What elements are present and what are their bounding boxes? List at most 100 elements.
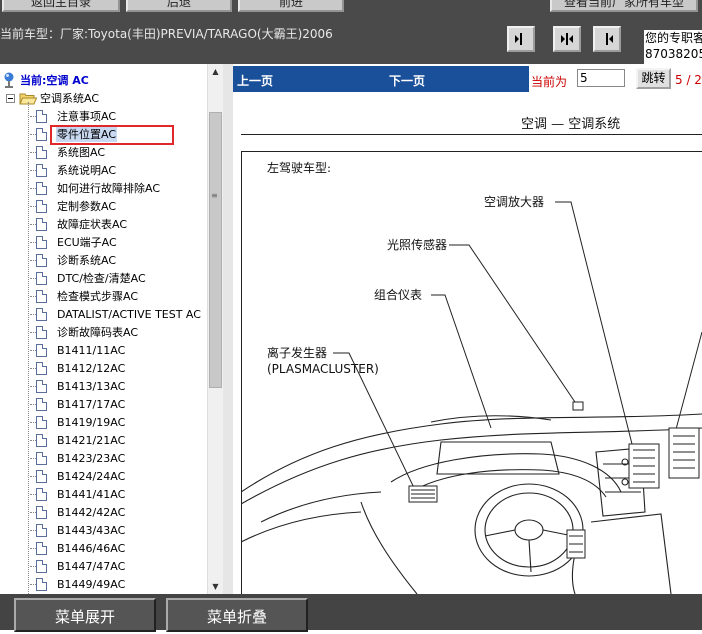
globe-person-icon — [4, 72, 14, 88]
document-icon — [36, 559, 47, 573]
contact-line-2: 87038205 — [645, 47, 702, 61]
tree-item-label: 检查模式步骤AC — [57, 290, 139, 303]
document-icon — [36, 307, 47, 321]
tree-item[interactable]: B1417/17AC — [30, 395, 126, 413]
tree-item[interactable]: 诊断故障码表AC — [30, 323, 139, 341]
collapse-toggle-icon[interactable] — [6, 93, 15, 103]
dashboard-drawing — [241, 413, 702, 594]
grip-icon: ≡ — [211, 191, 218, 200]
document-icon — [36, 577, 47, 591]
document-icon — [36, 253, 47, 267]
tree-root-label: 当前:空调 AC — [20, 74, 89, 87]
tree-connector — [28, 102, 29, 594]
tree-item[interactable]: B1412/12AC — [30, 359, 126, 377]
tree-item[interactable]: B1424/24AC — [30, 467, 126, 485]
view-all-models-button[interactable]: 查看当前厂家所有车型 — [550, 0, 698, 12]
scroll-thumb[interactable] — [209, 112, 222, 388]
scroll-down-icon[interactable]: ▼ — [208, 579, 223, 594]
tree-item[interactable]: B1443/43AC — [30, 521, 126, 539]
tree-item-label: B1447/47AC — [57, 559, 126, 573]
top-toolbar: 返回主目录 后退 前进 查看当前厂家所有车型 当前车型：厂家:Toyota(丰田… — [0, 0, 702, 64]
doc-header: 空调 — 空调系统 — [521, 117, 621, 132]
document-icon — [36, 217, 47, 231]
tree-item[interactable]: DTC/检查/清楚AC — [30, 269, 147, 287]
tree-item-label: 定制参数AC — [57, 200, 117, 213]
tree-item-label: 诊断故障码表AC — [57, 326, 139, 339]
tree-item[interactable]: B1449/49AC — [30, 575, 126, 593]
tree-item[interactable]: 注意事项AC — [30, 107, 117, 125]
tree-item[interactable]: 诊断系统AC — [30, 251, 117, 269]
document-icon — [36, 433, 47, 447]
document-icon — [36, 145, 47, 159]
tree-item[interactable]: B1446/46AC — [30, 539, 126, 557]
document-icon — [36, 523, 47, 537]
tree-item[interactable]: 故障症状表AC — [30, 215, 128, 233]
tree-item-label: 诊断系统AC — [57, 254, 117, 267]
expand-menu-button[interactable]: 菜单展开 — [14, 598, 156, 632]
tree-scrollbar[interactable]: ▲ ≡ ▼ — [207, 64, 223, 594]
tree-item[interactable]: B1413/13AC — [30, 377, 126, 395]
scroll-up-icon[interactable]: ▲ — [208, 64, 223, 79]
panel-divider — [223, 64, 233, 594]
tree-item-label: B1412/12AC — [57, 361, 126, 375]
forward-button[interactable]: 前进 — [238, 0, 344, 12]
document-icon — [36, 109, 47, 123]
tree-item-label: ECU端子AC — [57, 236, 117, 249]
document-icon — [36, 361, 47, 375]
tree-item[interactable]: 定制参数AC — [30, 197, 117, 215]
tree-item[interactable]: B1447/47AC — [30, 557, 126, 575]
tree-item-label: DTC/检查/清楚AC — [57, 272, 146, 285]
page-number-input[interactable] — [577, 69, 625, 87]
document-viewer: 上一页 下一页 当前为 跳转 5 / 2 空调 — 空调系统 左驾驶车型: 空调… — [233, 64, 702, 594]
document-icon — [36, 271, 47, 285]
tree-item-label: B1413/13AC — [57, 379, 126, 393]
tree-folder-label: 空调系统AC — [40, 92, 100, 105]
document-icon — [36, 343, 47, 357]
selection-highlight-box — [50, 125, 174, 145]
tree-item[interactable]: B1441/41AC — [30, 485, 126, 503]
contact-info: 您的专职客 87038205 — [644, 30, 702, 64]
split-page-button[interactable] — [553, 26, 581, 52]
tree-item[interactable]: 系统图AC — [30, 143, 106, 161]
tree-item[interactable]: B1421/21AC — [30, 431, 126, 449]
tree-item[interactable]: DATALIST/ACTIVE TEST AC — [30, 305, 202, 323]
tree-root[interactable]: 当前:空调 AC — [2, 72, 89, 88]
tree-item-label: B1443/43AC — [57, 523, 126, 537]
first-page-button[interactable] — [507, 26, 535, 52]
tree-item-label: B1446/46AC — [57, 541, 126, 555]
document-icon — [36, 163, 47, 177]
tree-item[interactable]: B1419/19AC — [30, 413, 126, 431]
page-jump-panel: 当前为 跳转 5 / 2 — [529, 66, 702, 92]
collapse-menu-button[interactable]: 菜单折叠 — [166, 598, 308, 632]
jump-button[interactable]: 跳转 — [636, 68, 671, 89]
tree-item[interactable]: 检查模式步骤AC — [30, 287, 139, 305]
current-page-label: 当前为 — [531, 75, 568, 89]
tree-item-label: 如何进行故障排除AC — [57, 182, 161, 195]
tree-item[interactable]: B1423/23AC — [30, 449, 126, 467]
split-view-icon — [561, 33, 573, 45]
last-page-button[interactable] — [593, 26, 621, 52]
leader-ac-amplifier — [555, 201, 634, 449]
document-icon — [36, 505, 47, 519]
tree-item[interactable]: ECU端子AC — [30, 233, 118, 251]
main-catalog-button[interactable]: 返回主目录 — [2, 0, 120, 12]
tree-item-label: B1441/41AC — [57, 487, 126, 501]
manual-page: 空调 — 空调系统 左驾驶车型: 空调放大器 光照传感器 组合仪表 离子发生器 … — [233, 92, 702, 594]
tree-item[interactable]: 如何进行故障排除AC — [30, 179, 161, 197]
document-icon — [36, 415, 47, 429]
next-page-link[interactable]: 下一页 — [389, 72, 425, 89]
prev-page-link[interactable]: 上一页 — [237, 72, 273, 89]
first-page-icon — [515, 33, 522, 45]
document-icon — [36, 289, 47, 303]
current-vehicle-label: 当前车型：厂家:Toyota(丰田)PREVIA/TARAGO(大霸王)2006 — [0, 27, 333, 41]
back-button[interactable]: 后退 — [126, 0, 232, 12]
left-hand-drive-label: 左驾驶车型: — [267, 160, 331, 175]
page-navigation-bar: 上一页 下一页 当前为 跳转 5 / 2 — [233, 66, 702, 92]
tree-folder-ac-system[interactable]: 空调系统AC — [6, 90, 99, 106]
tree-item[interactable]: B1411/11AC — [30, 341, 126, 359]
component-ac-amplifier — [628, 427, 700, 489]
tree-item[interactable]: 系统说明AC — [30, 161, 117, 179]
tree-item[interactable]: B1442/42AC — [30, 503, 126, 521]
document-icon — [36, 469, 47, 483]
component-ion-generator — [408, 485, 438, 503]
